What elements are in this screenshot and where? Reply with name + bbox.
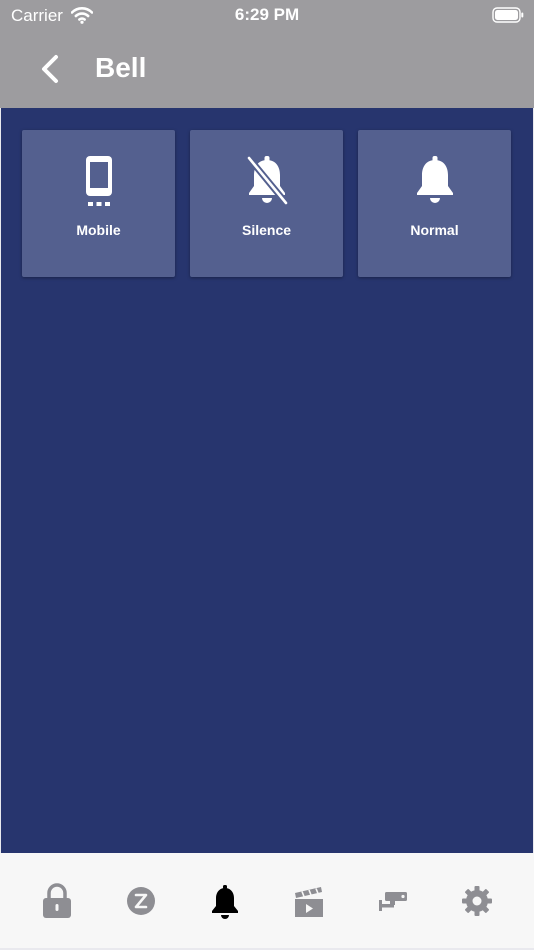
status-time: 6:29 PM [234, 5, 300, 24]
normal-label: Normal [410, 222, 459, 238]
tab-bar [0, 853, 534, 948]
bell-off-icon [245, 155, 289, 206]
sleep-z-icon [127, 887, 155, 915]
mobile-label: Mobile [76, 222, 121, 238]
bell-icon [212, 885, 238, 919]
security-camera-icon [379, 892, 407, 911]
chevron-left-icon[interactable] [34, 52, 68, 86]
gear-icon [462, 886, 492, 916]
tab-camera[interactable] [376, 883, 410, 919]
nav-bar: Bell [0, 30, 534, 108]
status-bar: Carrier 6:29 PM [0, 0, 534, 30]
mobile-mode-button[interactable]: Mobile [22, 130, 175, 277]
clapperboard-icon [295, 887, 323, 917]
mobile-phone-icon [85, 156, 112, 206]
tab-bell[interactable] [208, 883, 242, 919]
normal-mode-button[interactable]: Normal [358, 130, 511, 277]
bell-icon [416, 156, 453, 203]
battery-icon [492, 7, 524, 23]
tab-settings[interactable] [460, 883, 494, 919]
silence-label: Silence [241, 222, 292, 238]
page-title: Bell [95, 52, 147, 83]
tab-sleep[interactable] [124, 883, 158, 919]
lock-icon [43, 883, 71, 918]
tab-scene[interactable] [292, 883, 326, 919]
tab-lock[interactable] [40, 883, 74, 919]
bell-mode-panel: Mobile Silence Normal [1, 108, 533, 853]
silence-mode-button[interactable]: Silence [190, 130, 343, 277]
